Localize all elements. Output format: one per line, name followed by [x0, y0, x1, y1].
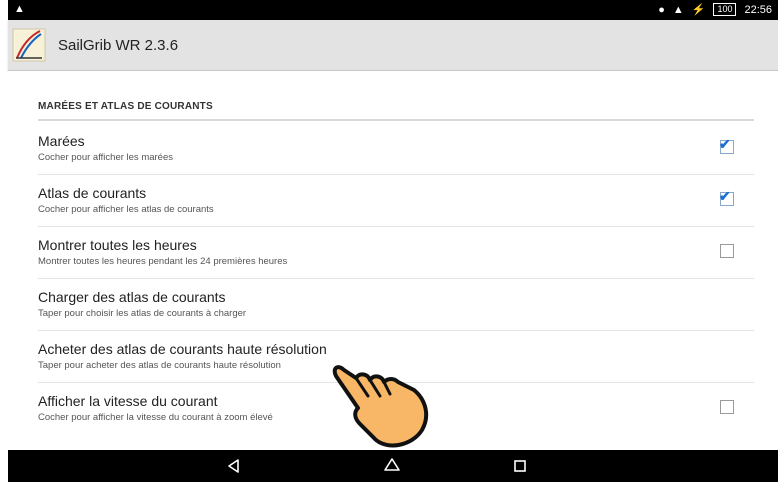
marees-checkbox[interactable]: ✔ [719, 136, 734, 154]
sailgrib-logo-icon [12, 28, 46, 62]
pref-marees[interactable]: Marées Cocher pour afficher les marées ✔ [38, 122, 754, 175]
recents-icon[interactable] [510, 456, 530, 476]
pref-title: Montrer toutes les heures [38, 237, 197, 253]
pref-title: Atlas de courants [38, 185, 147, 201]
navigation-bar [8, 450, 778, 482]
toutes-heures-checkbox[interactable] [720, 244, 734, 258]
do-not-disturb-icon: ● [658, 3, 665, 16]
section-divider [38, 119, 754, 121]
pref-title: Afficher la vitesse du courant [38, 393, 218, 409]
section-title: MARÉES ET ATLAS DE COURANTS [38, 101, 213, 112]
app-title: SailGrib WR 2.3.6 [58, 37, 179, 54]
pref-summary: Taper pour acheter des atlas de courants… [38, 360, 281, 371]
android-icon: ▲ [14, 3, 25, 15]
status-bar: ▲ ● ▲ ⚡ 100 22:56 [8, 0, 778, 20]
charging-icon: ⚡ [691, 4, 706, 16]
pref-summary: Montrer toutes les heures pendant les 24… [38, 256, 288, 267]
atlas-checkbox[interactable]: ✔ [719, 188, 734, 206]
pref-summary: Taper pour choisir les atlas de courants… [38, 308, 247, 319]
vitesse-checkbox[interactable] [720, 400, 734, 414]
pref-summary: Cocher pour afficher la vitesse du coura… [38, 412, 273, 423]
pref-summary: Cocher pour afficher les marées [38, 152, 173, 163]
pref-montrer-toutes-les-heures[interactable]: Montrer toutes les heures Montrer toutes… [38, 226, 754, 279]
pref-charger-atlas[interactable]: Charger des atlas de courants Taper pour… [38, 278, 754, 331]
pref-title: Charger des atlas de courants [38, 289, 226, 305]
pref-summary: Cocher pour afficher les atlas de couran… [38, 204, 214, 215]
battery-level: 100 [713, 3, 737, 16]
app-bar: SailGrib WR 2.3.6 [8, 20, 778, 71]
pref-title: Marées [38, 133, 85, 149]
pref-title: Acheter des atlas de courants haute réso… [38, 341, 327, 357]
checkmark-icon: ✔ [719, 136, 731, 152]
clock: 22:56 [744, 3, 772, 16]
home-icon[interactable] [382, 456, 402, 476]
pref-atlas-de-courants[interactable]: Atlas de courants Cocher pour afficher l… [38, 174, 754, 227]
wifi-icon: ▲ [672, 3, 684, 16]
checkmark-icon: ✔ [719, 188, 731, 204]
back-icon[interactable] [224, 456, 244, 476]
tap-hand-icon [332, 365, 429, 448]
